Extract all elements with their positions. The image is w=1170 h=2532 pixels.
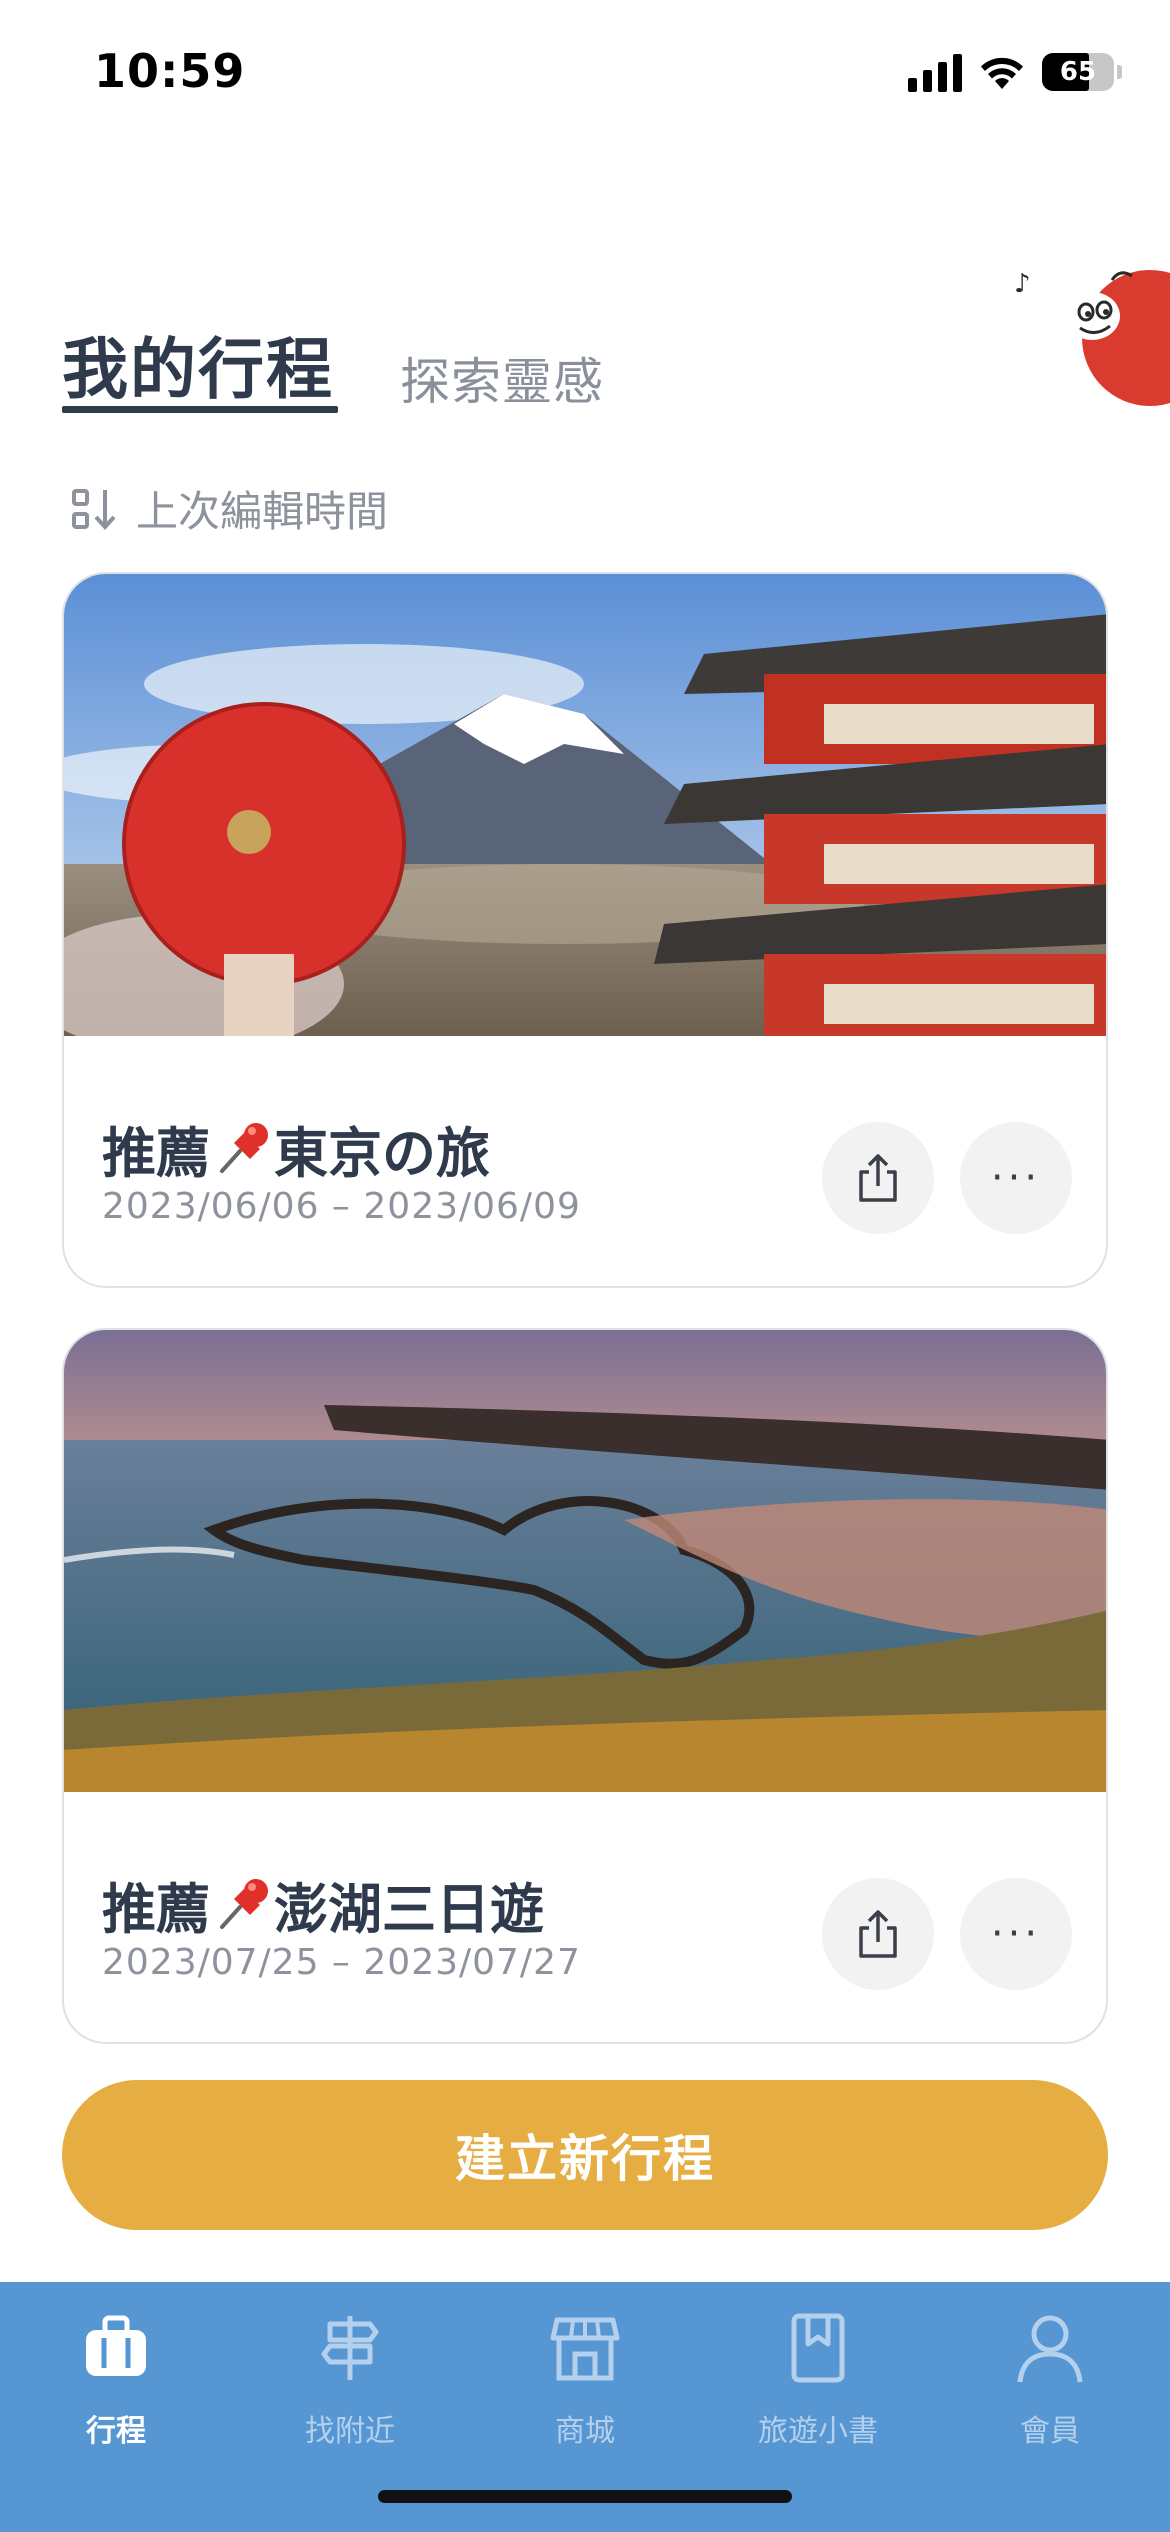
tab-my-trips[interactable]: 我的行程	[62, 316, 334, 412]
home-indicator	[378, 2490, 792, 2503]
tab-explore-inspiration[interactable]: 探索靈感	[400, 342, 604, 414]
more-options-button[interactable]: ···	[960, 1878, 1072, 1990]
create-trip-label: 建立新行程	[455, 2130, 715, 2188]
trip-title: 推薦 東京の旅	[102, 1109, 490, 1188]
pushpin-icon	[220, 1122, 268, 1173]
trip-dates: 2023/06/06 – 2023/06/09	[102, 1186, 581, 1227]
more-icon: ···	[990, 1911, 1042, 1957]
status-time: 10:59	[94, 44, 246, 98]
suitcase-icon	[86, 2315, 146, 2376]
share-button[interactable]	[822, 1878, 934, 1990]
nav-label: 會員	[1020, 2414, 1080, 2449]
nav-label: 找附近	[305, 2414, 395, 2449]
trip-dates: 2023/07/25 – 2023/07/27	[102, 1942, 581, 1983]
sort-label: 上次編輯時間	[136, 487, 389, 536]
trip-title-name: 東京の旅	[274, 1122, 490, 1185]
status-icons: 65	[908, 52, 1122, 92]
battery-icon: 65	[1042, 53, 1122, 91]
nav-item-trips[interactable]: 行程	[16, 2310, 216, 2470]
nav-item-shop[interactable]: 商城	[485, 2310, 685, 2470]
cellular-signal-icon	[908, 52, 962, 92]
trip-title: 推薦 澎湖三日遊	[102, 1865, 544, 1944]
person-icon	[1017, 2315, 1083, 2383]
pushpin-icon	[220, 1878, 268, 1929]
trip-title-prefix: 推薦	[102, 1878, 210, 1941]
battery-level: 65	[1059, 57, 1097, 87]
wifi-icon	[981, 57, 1023, 89]
nav-label: 行程	[86, 2414, 146, 2449]
trip-card[interactable]: 推薦 東京の旅 2023/06/06 – 2023/06/09 ···	[62, 572, 1108, 1288]
trip-card[interactable]: 推薦 澎湖三日遊 2023/07/25 – 2023/07/27 ···	[62, 1328, 1108, 2044]
trip-cover-image	[64, 1330, 1106, 1792]
store-icon	[550, 2317, 620, 2381]
more-options-button[interactable]: ···	[960, 1122, 1072, 1234]
share-icon	[859, 1154, 897, 1202]
mascot-icon[interactable]: ♪	[1000, 258, 1170, 408]
active-tab-indicator	[62, 406, 338, 413]
share-button[interactable]	[822, 1122, 934, 1234]
signpost-icon	[321, 2316, 379, 2380]
share-icon	[859, 1910, 897, 1958]
book-icon	[791, 2313, 845, 2383]
sort-icon	[72, 488, 116, 530]
trip-title-prefix: 推薦	[102, 1122, 210, 1185]
sort-control[interactable]: 上次編輯時間	[70, 478, 388, 539]
nav-item-nearby[interactable]: 找附近	[250, 2310, 450, 2470]
trip-title-name: 澎湖三日遊	[274, 1878, 544, 1941]
svg-text:♪: ♪	[1014, 269, 1031, 299]
create-trip-button[interactable]: 建立新行程	[62, 2080, 1108, 2230]
nav-label: 商城	[555, 2414, 615, 2449]
trip-cover-image	[64, 574, 1106, 1036]
status-bar: 10:59 65	[0, 0, 1170, 150]
more-icon: ···	[990, 1155, 1042, 1201]
nav-item-travel-book[interactable]: 旅遊小書	[718, 2310, 918, 2470]
nav-label: 旅遊小書	[758, 2414, 878, 2449]
nav-item-member[interactable]: 會員	[950, 2310, 1150, 2470]
